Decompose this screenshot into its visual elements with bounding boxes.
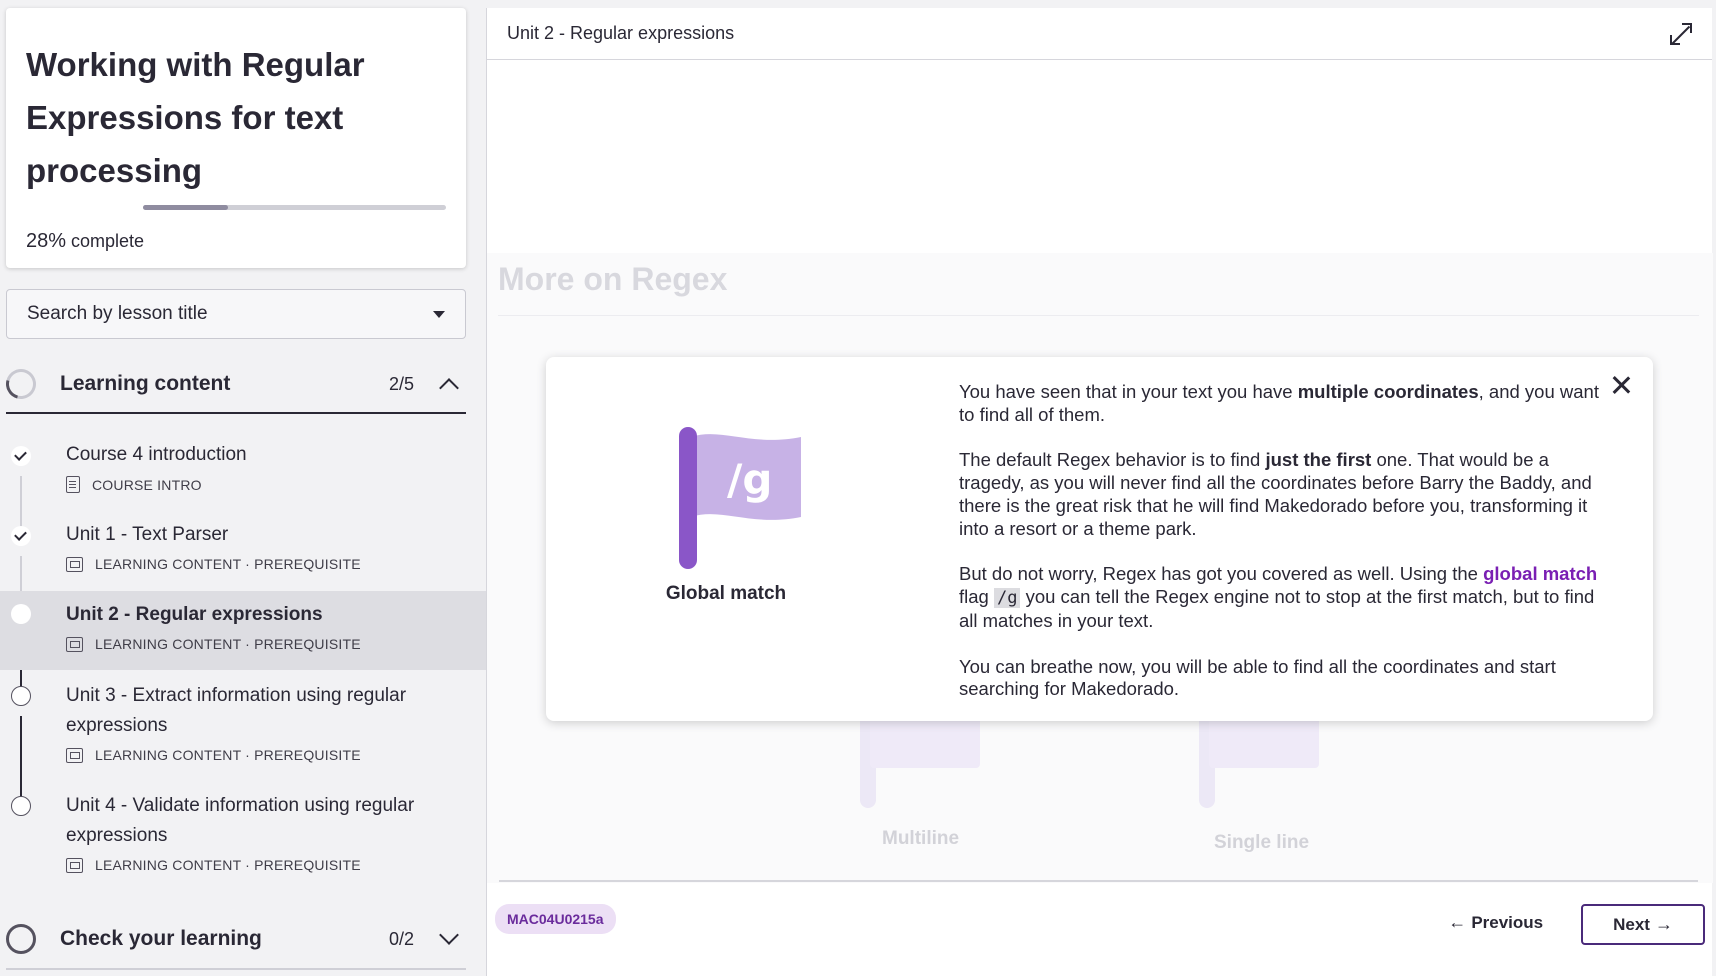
background-heading: More on Regex: [498, 261, 728, 297]
single-line-flag-icon: [1199, 708, 1319, 818]
lesson-item-unit-4[interactable]: Unit 4 - Validate information using regu…: [0, 791, 486, 891]
lesson-meta-text: LEARNING CONTENT · PREREQUISITE: [95, 636, 361, 652]
lesson-header: Unit 2 - Regular expressions: [487, 8, 1712, 60]
progress-fill: [143, 205, 228, 210]
previous-button[interactable]: ← Previous: [1432, 906, 1559, 939]
document-icon: [66, 476, 80, 493]
lesson-meta: LEARNING CONTENT · PREREQUISITE: [66, 857, 361, 873]
chevron-down-icon[interactable]: [439, 925, 459, 945]
lesson-meta-text: COURSE INTRO: [92, 476, 202, 493]
arrow-right-icon: →: [1649, 914, 1673, 934]
flag-label: Global match: [665, 583, 787, 604]
section-check-your-learning[interactable]: Check your learning 0/2: [6, 910, 466, 970]
lesson-search-dropdown[interactable]: Search by lesson title: [6, 289, 466, 339]
paragraph: You have seen that in your text you have…: [959, 381, 1599, 425]
lesson-meta: LEARNING CONTENT · PREREQUISITE: [66, 747, 361, 763]
progress-text: 28% complete: [26, 230, 144, 253]
course-sidebar: Working with Regular Expressions for tex…: [0, 0, 486, 976]
popup-text: You have seen that in your text you have…: [959, 381, 1609, 724]
flag-label-single-line: Single line: [1214, 832, 1310, 853]
lesson-title: Unit 2 - Regular expressions: [66, 604, 323, 625]
lesson-header-title: Unit 2 - Regular expressions: [507, 23, 735, 43]
slides-icon: [66, 556, 83, 572]
multiline-flag-icon: [860, 708, 980, 818]
previous-label: Previous: [1471, 912, 1544, 932]
lesson-meta-text: LEARNING CONTENT · PREREQUISITE: [95, 747, 361, 763]
paragraph: You can breathe now, you will be able to…: [959, 655, 1556, 700]
flag-text: /g: [727, 455, 773, 504]
lesson-item-course-intro[interactable]: Course 4 introduction COURSE INTRO: [0, 440, 486, 510]
progress-percent: 28%: [26, 230, 67, 252]
info-popup: /g Global match You have seen that in yo…: [546, 357, 1653, 721]
content-code-badge: MAC04U0215a: [495, 904, 616, 934]
arrow-left-icon: ←: [1448, 912, 1472, 932]
todo-circle-icon: [11, 796, 31, 816]
lesson-item-unit-2[interactable]: Unit 2 - Regular expressions LEARNING CO…: [0, 591, 486, 670]
check-icon: [11, 526, 31, 546]
lesson-meta: LEARNING CONTENT · PREREQUISITE: [66, 636, 361, 652]
progress-bar: [143, 205, 446, 210]
caret-down-icon: [433, 310, 445, 318]
next-button[interactable]: Next →: [1581, 904, 1705, 945]
search-placeholder: Search by lesson title: [27, 303, 208, 324]
slides-icon: [66, 857, 83, 873]
paragraph: The default Regex behavior is to find ju…: [959, 449, 1592, 539]
slides-icon: [66, 636, 83, 652]
lesson-title: Unit 4 - Validate information using regu…: [66, 795, 415, 846]
lesson-meta: LEARNING CONTENT · PREREQUISITE: [66, 556, 361, 572]
flag-label-multiline: Multiline: [882, 828, 960, 849]
section-title: Learning content: [60, 372, 231, 395]
lesson-title: Unit 1 - Text Parser: [66, 524, 229, 545]
lesson-item-unit-1[interactable]: Unit 1 - Text Parser LEARNING CONTENT · …: [0, 520, 486, 590]
lesson-title: Unit 3 - Extract information using regul…: [66, 685, 407, 736]
current-lesson-dot-icon: [11, 604, 31, 624]
lesson-viewer: Unit 2 - Regular expressions More on Reg…: [486, 8, 1713, 976]
course-card: Working with Regular Expressions for tex…: [6, 8, 466, 268]
section-count: 2/5: [388, 373, 414, 394]
lesson-meta: COURSE INTRO: [66, 476, 202, 493]
close-icon[interactable]: [1611, 375, 1631, 395]
fullscreen-icon[interactable]: [1670, 22, 1692, 45]
code-snippet: /g: [993, 588, 1021, 609]
global-match-flag-icon: /g: [679, 427, 809, 569]
slides-icon: [66, 747, 83, 763]
progress-suffix: complete: [66, 231, 145, 251]
section-title: Check your learning: [60, 927, 262, 950]
section-learning-content[interactable]: Learning content 2/5: [0, 356, 466, 414]
paragraph: But do not worry, Regex has got you cove…: [959, 563, 1598, 631]
divider: [499, 880, 1698, 882]
todo-circle-icon: [11, 686, 31, 706]
next-label: Next: [1613, 914, 1650, 934]
section-count: 0/2: [388, 928, 414, 949]
progress-ring-icon: [6, 924, 36, 954]
lesson-item-unit-3[interactable]: Unit 3 - Extract information using regul…: [0, 681, 486, 781]
lesson-meta-text: LEARNING CONTENT · PREREQUISITE: [95, 556, 361, 572]
divider: [498, 315, 1699, 316]
progress-ring-icon: [0, 363, 42, 405]
lesson-title: Course 4 introduction: [66, 444, 247, 465]
lesson-meta-text: LEARNING CONTENT · PREREQUISITE: [95, 857, 361, 873]
lesson-footer: MAC04U0215a ← Previous Next →: [487, 890, 1713, 976]
chevron-up-icon[interactable]: [439, 378, 459, 398]
course-title: Working with Regular Expressions for tex…: [26, 46, 365, 189]
check-icon: [11, 446, 31, 466]
